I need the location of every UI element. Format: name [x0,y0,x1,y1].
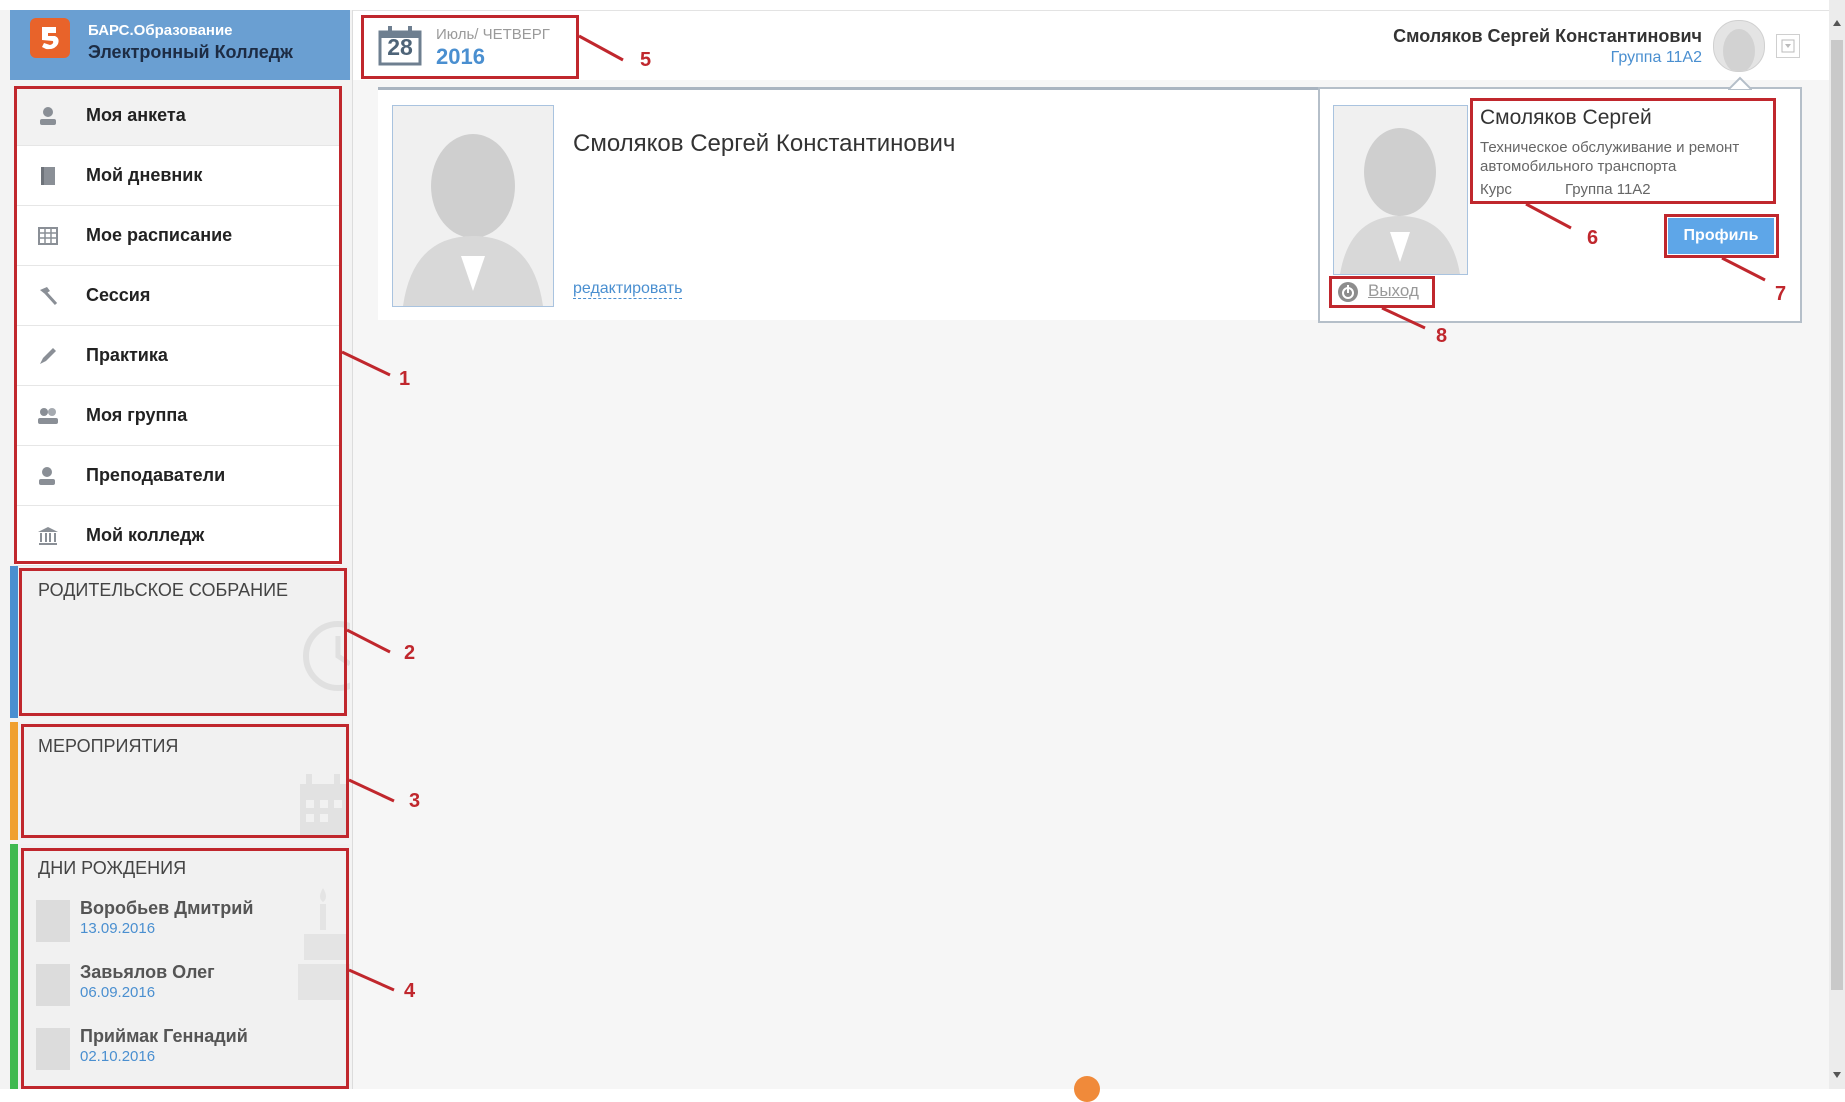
scroll-up-icon[interactable] [1831,14,1843,32]
help-bubble-icon[interactable] [1074,1076,1100,1102]
annotation-label-4: 4 [404,980,416,1002]
annotation-label-6: 6 [1587,227,1599,249]
annotation-label-7: 7 [1775,283,1787,305]
annotation-label-5: 5 [640,49,652,71]
annotation-label-1: 1 [399,368,411,390]
annotation-label-8: 8 [1436,325,1448,347]
annotation-leaders [341,34,1766,992]
annotation-label-2: 2 [404,642,416,664]
annotation-label-3: 3 [409,790,421,812]
scroll-down-icon[interactable] [1831,1066,1843,1084]
scrollbar-thumb[interactable] [1831,40,1843,990]
